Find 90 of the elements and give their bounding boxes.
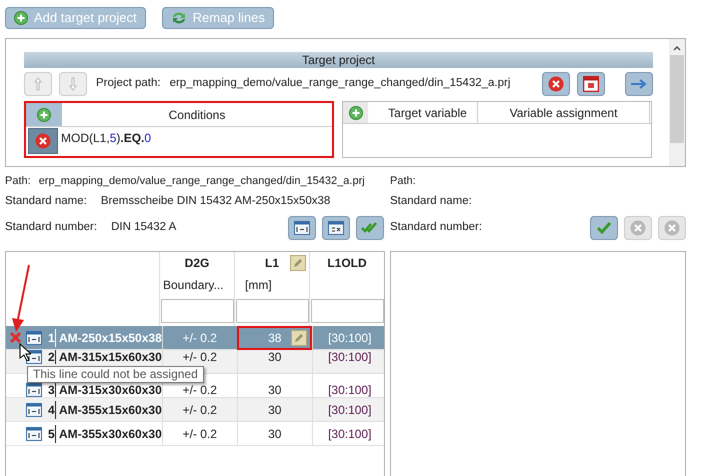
plus-icon	[37, 108, 51, 122]
check-icon	[596, 221, 612, 235]
section-header: Target project	[24, 52, 653, 68]
window-icon	[328, 221, 344, 235]
variable-icon	[294, 221, 310, 235]
delete-icon	[35, 133, 51, 149]
move-up-button[interactable]	[24, 72, 52, 96]
variable-icon	[26, 402, 42, 416]
grid-row[interactable]: 5 AM-355x30x60x30 +/- 0.2 30 [30:100]	[6, 422, 384, 446]
pencil-icon[interactable]	[290, 255, 306, 271]
variable-icon	[26, 383, 42, 397]
forward-button[interactable]	[625, 72, 653, 96]
line-name: AM-315x15x60x30	[59, 350, 162, 364]
column-header: Conditions	[168, 107, 226, 124]
arrow-icon	[630, 79, 648, 89]
path-label: Path:	[5, 174, 31, 189]
table-cell-text: 38	[268, 330, 282, 346]
line-name: AM-315x30x60x30	[59, 383, 162, 397]
table-cell: 30	[268, 350, 282, 364]
path-label: Path:	[390, 174, 416, 189]
expression-button[interactable]	[322, 216, 350, 240]
line-name: AM-355x15x60x30	[59, 402, 162, 418]
table-cell: +/- 0.2	[182, 350, 217, 364]
cross-icon	[664, 220, 680, 236]
tooltip: This line could not be assigned	[27, 366, 204, 383]
table-cell-text: 30	[268, 426, 282, 442]
table-cell-text: +/- 0.2	[182, 402, 217, 418]
move-down-button[interactable]	[59, 72, 87, 96]
column-header: L1	[264, 255, 279, 272]
table-cell: 30	[268, 383, 282, 397]
line-name: AM-250x15x50x38	[59, 330, 162, 346]
column-unit: [mm]	[244, 277, 272, 294]
standard-name-value: Bremsscheibe DIN 15432 AM-250x15x50x38	[100, 194, 330, 210]
table-cell: [30:100]	[328, 350, 372, 364]
table-cell-text: +/- 0.2	[182, 330, 217, 346]
standard-number-label: Standard number:	[390, 220, 482, 236]
add-condition-button[interactable]	[26, 103, 62, 126]
variable-icon	[26, 330, 42, 344]
scrollbar[interactable]	[669, 39, 685, 166]
table-cell-text: [30:100]	[328, 402, 372, 418]
down-arrow-icon	[69, 77, 77, 91]
row-number: 2	[48, 350, 56, 364]
column-header: Variable assignment	[478, 102, 650, 123]
table-cell-text: 30	[268, 402, 282, 418]
standard-number-value: DIN 15432 A	[111, 220, 176, 236]
column-unit: Boundary...	[163, 277, 224, 294]
scroll-up-icon	[672, 43, 682, 53]
column-header: L1OLD	[327, 255, 367, 272]
pencil-icon[interactable]	[290, 330, 307, 346]
table-cell: [30:100]	[328, 383, 372, 397]
refresh-icon	[170, 11, 187, 25]
project-path: erp_mapping_demo/value_range_range_changed/din_15432_a.prj	[170, 76, 510, 92]
row-number: 4	[48, 400, 56, 418]
cancel-button[interactable]	[624, 216, 652, 240]
plus-icon	[348, 106, 362, 120]
project-path-label: Project path:	[96, 76, 161, 92]
delete-icon	[548, 76, 564, 92]
column-header: D2G	[184, 255, 210, 272]
table-cell: +/- 0.2	[182, 383, 217, 397]
grid-row[interactable]: 4 AM-355x15x60x30 +/- 0.2 30 [30:100]	[6, 398, 384, 422]
double-check-icon	[361, 222, 379, 234]
delete-button[interactable]	[542, 72, 570, 96]
confirm-button[interactable]	[590, 216, 618, 240]
variable-icon	[26, 426, 42, 440]
row-number: 5	[48, 424, 56, 442]
delete-condition-button[interactable]	[28, 128, 58, 154]
row-number: 1	[48, 328, 56, 346]
variable-button[interactable]	[288, 216, 316, 240]
filter-field[interactable]	[161, 299, 234, 323]
path-value: erp_mapping_demo/value_range_range_changed/din_15432_a.prj	[38, 174, 365, 189]
check-all-button[interactable]	[356, 216, 384, 240]
table-cell-text: [30:100]	[328, 426, 372, 442]
delete-icon	[630, 220, 646, 236]
table-cell-text: [30:100]	[328, 330, 372, 346]
column-header: Target variable	[378, 102, 478, 123]
standard-name-label: Standard name:	[390, 194, 472, 210]
window-icon	[583, 76, 599, 92]
reject-button[interactable]	[658, 216, 686, 240]
mouse-pointer-icon	[19, 343, 31, 361]
up-arrow-icon	[34, 77, 42, 91]
standard-name-label: Standard name:	[5, 194, 87, 210]
line-name: AM-355x30x60x30	[59, 426, 162, 442]
standard-number-label: Standard number:	[5, 220, 98, 236]
open-button[interactable]	[577, 72, 605, 96]
filter-field[interactable]	[311, 299, 384, 323]
add-assignment-button[interactable]	[343, 102, 368, 123]
condition-expression: MOD(L1,5).EQ.0	[61, 130, 152, 144]
filter-field[interactable]	[236, 299, 309, 323]
table-cell-text: +/- 0.2	[182, 426, 217, 442]
plus-icon	[14, 11, 28, 25]
